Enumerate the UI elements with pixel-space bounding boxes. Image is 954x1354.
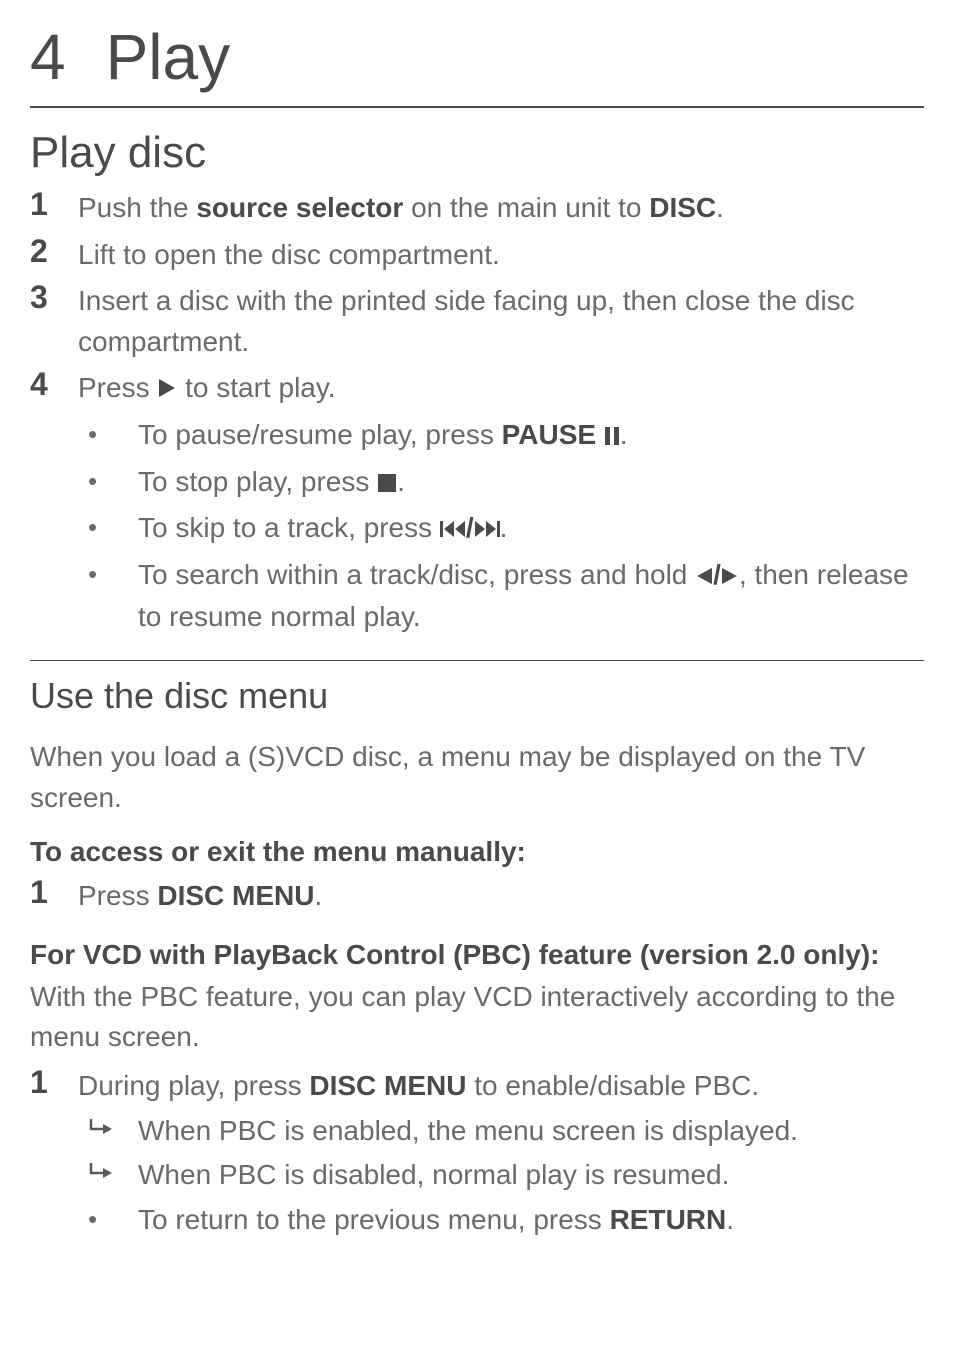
disc-menu-step-1: 1 Press DISC MENU. <box>30 874 924 917</box>
step-4-subbullets: • To pause/resume play, press PAUSE . • … <box>78 415 924 638</box>
bullet-icon: • <box>78 415 138 454</box>
slash: / <box>466 512 474 543</box>
text-fragment: . <box>500 512 508 543</box>
chapter-title: Play <box>106 20 231 94</box>
step-1: 1 Push the source selector on the main u… <box>30 186 924 229</box>
section-title-play-disc: Play disc <box>30 128 924 178</box>
bold-return: RETURN <box>610 1204 727 1235</box>
bullet-icon: • <box>78 508 138 547</box>
bullet-return: • To return to the previous menu, press … <box>78 1200 924 1241</box>
bullet-text: To pause/resume play, press PAUSE . <box>138 415 628 458</box>
result-pbc-disabled: When PBC is disabled, normal play is res… <box>78 1155 924 1196</box>
step-number: 4 <box>30 366 78 403</box>
step-3: 3 Insert a disc with the printed side fa… <box>30 279 924 362</box>
bullet-icon: • <box>78 462 138 501</box>
text-fragment: To return to the previous menu, press <box>138 1204 610 1235</box>
left-arrow-icon <box>695 557 713 598</box>
stop-icon <box>377 464 397 505</box>
result-arrow-icon <box>78 1111 138 1142</box>
text-fragment: Press <box>78 372 157 403</box>
text-fragment: on the main unit to <box>403 192 649 223</box>
step-number: 1 <box>30 186 78 223</box>
bullet-icon: • <box>78 1200 138 1239</box>
right-arrow-icon <box>721 557 739 598</box>
chapter-header: 4 Play <box>30 20 924 108</box>
step-number: 2 <box>30 233 78 270</box>
step-text: Lift to open the disc compartment. <box>78 233 500 276</box>
step-number: 1 <box>30 874 78 911</box>
text-fragment: During play, press <box>78 1070 309 1101</box>
bullet-text: To stop play, press . <box>138 462 405 505</box>
result-pbc-enabled: When PBC is enabled, the menu screen is … <box>78 1111 924 1152</box>
bullet-icon: • <box>78 555 138 594</box>
step-text: During play, press DISC MENU to enable/d… <box>78 1064 759 1107</box>
text-fragment: . <box>314 880 322 911</box>
bullet-stop: • To stop play, press . <box>78 462 924 505</box>
label-access-exit: To access or exit the menu manually: <box>30 836 924 868</box>
pbc-intro: With the PBC feature, you can play VCD i… <box>30 977 924 1058</box>
bold-disc: DISC <box>649 192 716 223</box>
skip-prev-icon <box>440 510 466 551</box>
play-disc-steps: 1 Push the source selector on the main u… <box>30 186 924 638</box>
step-text: Press to start play. <box>78 366 336 411</box>
bullet-pause: • To pause/resume play, press PAUSE . <box>78 415 924 458</box>
section-divider <box>30 660 924 661</box>
skip-next-icon <box>474 510 500 551</box>
result-text: When PBC is enabled, the menu screen is … <box>138 1111 798 1152</box>
play-icon <box>157 370 177 411</box>
label-pbc: For VCD with PlayBack Control (PBC) feat… <box>30 939 924 971</box>
text-fragment: to start play. <box>177 372 335 403</box>
text-fragment: . <box>716 192 724 223</box>
step-text: Press DISC MENU. <box>78 874 322 917</box>
text-fragment: To pause/resume play, press <box>138 419 502 450</box>
subsection-title-disc-menu: Use the disc menu <box>30 675 924 717</box>
disc-menu-intro: When you load a (S)VCD disc, a menu may … <box>30 737 924 818</box>
text-fragment: . <box>397 466 405 497</box>
bullet-search: • To search within a track/disc, press a… <box>78 555 924 638</box>
bullet-text: To search within a track/disc, press and… <box>138 555 924 638</box>
text-fragment: . <box>620 419 628 450</box>
bold-source-selector: source selector <box>196 192 403 223</box>
bullet-text: To skip to a track, press /. <box>138 508 507 551</box>
bold-disc-menu: DISC MENU <box>157 880 314 911</box>
result-arrow-icon <box>78 1155 138 1186</box>
bold-pause: PAUSE <box>502 419 596 450</box>
text-fragment: Push the <box>78 192 196 223</box>
pbc-step-1: 1 During play, press DISC MENU to enable… <box>30 1064 924 1107</box>
step-text: Insert a disc with the printed side faci… <box>78 279 924 362</box>
text-fragment: to enable/disable PBC. <box>466 1070 759 1101</box>
text-fragment: To skip to a track, press <box>138 512 440 543</box>
slash: / <box>713 559 721 590</box>
step-number: 1 <box>30 1064 78 1101</box>
text-fragment: Press <box>78 880 157 911</box>
step-4: 4 Press to start play. <box>30 366 924 411</box>
bold-disc-menu: DISC MENU <box>309 1070 466 1101</box>
text-fragment: . <box>726 1204 734 1235</box>
pause-icon <box>604 417 620 458</box>
step-number: 3 <box>30 279 78 316</box>
step-2: 2 Lift to open the disc compartment. <box>30 233 924 276</box>
bullet-skip: • To skip to a track, press /. <box>78 508 924 551</box>
text-fragment: To search within a track/disc, press and… <box>138 559 695 590</box>
text-fragment: To stop play, press <box>138 466 377 497</box>
step-text: Push the source selector on the main uni… <box>78 186 724 229</box>
chapter-number: 4 <box>30 20 66 94</box>
result-text: When PBC is disabled, normal play is res… <box>138 1155 729 1196</box>
bullet-text: To return to the previous menu, press RE… <box>138 1200 734 1241</box>
